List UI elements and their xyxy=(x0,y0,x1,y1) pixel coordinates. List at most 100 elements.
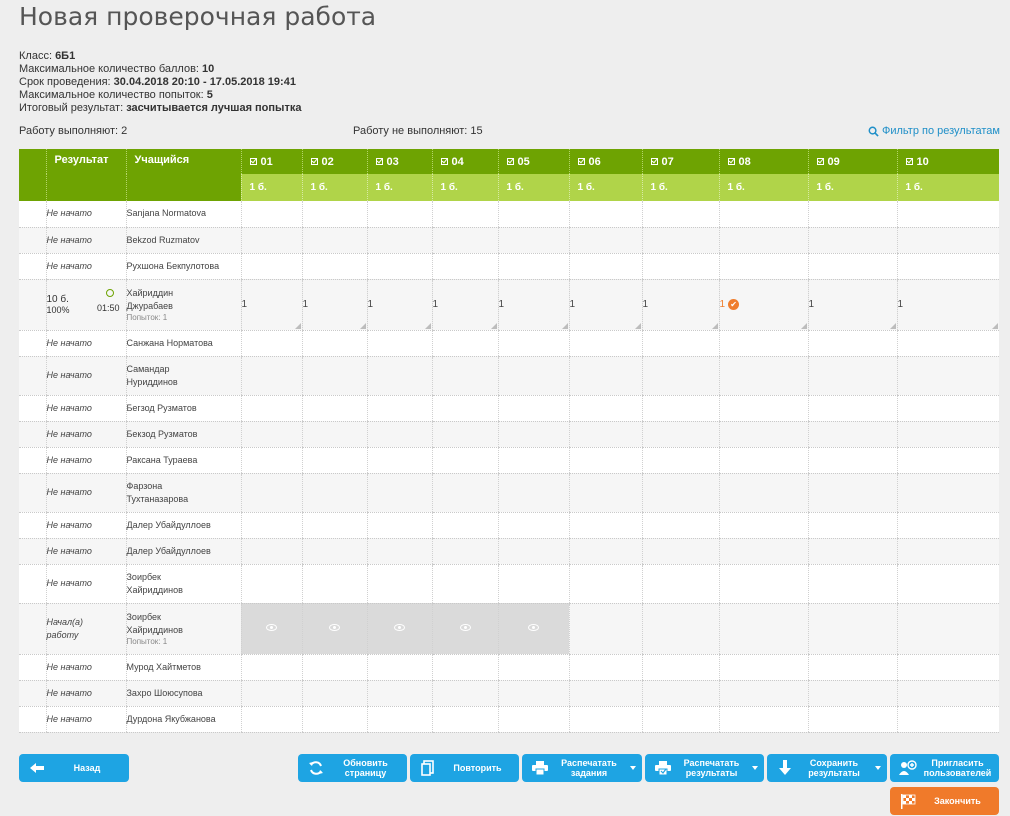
answer-cell[interactable] xyxy=(301,395,367,422)
answer-cell[interactable] xyxy=(641,421,719,448)
student-name[interactable]: Bekzod Ruzmatov xyxy=(125,227,241,254)
answer-cell[interactable] xyxy=(807,201,897,228)
answer-cell[interactable] xyxy=(366,356,432,396)
answer-cell[interactable] xyxy=(641,473,719,513)
student-name[interactable]: Зоирбек Хайриддинов Попыток: 1 xyxy=(125,603,241,655)
answer-cell[interactable] xyxy=(366,512,432,539)
answer-cell[interactable] xyxy=(896,421,999,448)
answer-cell[interactable] xyxy=(240,680,302,707)
answer-cell[interactable] xyxy=(431,330,498,357)
answer-cell[interactable] xyxy=(568,330,642,357)
task-header-05[interactable]: 05 xyxy=(497,149,569,174)
answer-cell[interactable] xyxy=(497,330,569,357)
refresh-button[interactable]: Обновить страницу xyxy=(298,754,407,782)
eye-icon[interactable] xyxy=(459,624,471,631)
answer-cell[interactable] xyxy=(431,538,498,565)
answer-cell[interactable] xyxy=(366,395,432,422)
repeat-button[interactable]: Повторить xyxy=(410,754,519,782)
answer-cell[interactable] xyxy=(718,512,808,539)
answer-cell[interactable]: 1 xyxy=(807,279,897,331)
answer-cell[interactable] xyxy=(807,603,897,655)
answer-cell[interactable] xyxy=(896,201,999,228)
answer-cell[interactable] xyxy=(301,227,367,254)
answer-cell[interactable] xyxy=(718,680,808,707)
chevron-down-icon[interactable] xyxy=(752,766,758,770)
answer-cell[interactable] xyxy=(497,253,569,280)
answer-cell[interactable] xyxy=(497,538,569,565)
student-name[interactable]: Раксана Тураева xyxy=(125,447,241,474)
answer-cell[interactable] xyxy=(641,654,719,681)
answer-cell[interactable] xyxy=(431,564,498,604)
answer-cell[interactable] xyxy=(301,421,367,448)
answer-cell[interactable] xyxy=(366,564,432,604)
answer-cell[interactable] xyxy=(568,421,642,448)
task-header-04[interactable]: 04 xyxy=(431,149,498,174)
answer-cell[interactable] xyxy=(807,512,897,539)
answer-cell[interactable] xyxy=(896,330,999,357)
student-name[interactable]: Санжана Норматова xyxy=(125,330,241,357)
chevron-down-icon[interactable] xyxy=(630,766,636,770)
answer-cell[interactable] xyxy=(896,706,999,733)
answer-cell[interactable] xyxy=(896,227,999,254)
answer-cell[interactable] xyxy=(497,654,569,681)
answer-cell[interactable] xyxy=(718,564,808,604)
answer-cell[interactable] xyxy=(497,421,569,448)
finish-button[interactable]: Закончить xyxy=(890,787,999,815)
answer-cell[interactable] xyxy=(718,654,808,681)
back-button[interactable]: Назад xyxy=(19,754,129,782)
answer-cell[interactable] xyxy=(568,227,642,254)
answer-cell[interactable] xyxy=(301,654,367,681)
answer-cell[interactable] xyxy=(240,564,302,604)
answer-cell[interactable] xyxy=(431,447,498,474)
answer-cell[interactable] xyxy=(896,395,999,422)
answer-cell[interactable] xyxy=(568,603,642,655)
student-name[interactable]: Бегзод Рузматов xyxy=(125,395,241,422)
answer-cell[interactable] xyxy=(301,680,367,707)
answer-cell[interactable] xyxy=(240,201,302,228)
answer-cell[interactable] xyxy=(568,201,642,228)
answer-cell[interactable] xyxy=(240,603,302,655)
filter-results-link[interactable]: Фильтр по результатам xyxy=(868,125,1000,137)
student-name[interactable]: Рухшона Бекпулотова xyxy=(125,253,241,280)
answer-cell[interactable] xyxy=(568,512,642,539)
answer-cell[interactable] xyxy=(807,706,897,733)
answer-cell[interactable] xyxy=(240,654,302,681)
student-name[interactable]: Фарзона Тухтаназарова xyxy=(125,473,241,513)
answer-cell[interactable] xyxy=(497,447,569,474)
answer-cell[interactable] xyxy=(896,564,999,604)
student-name[interactable]: Дурдона Якубжанова xyxy=(125,706,241,733)
answer-cell[interactable] xyxy=(301,330,367,357)
answer-cell[interactable] xyxy=(718,227,808,254)
answer-cell[interactable] xyxy=(568,706,642,733)
answer-cell[interactable] xyxy=(497,395,569,422)
answer-cell[interactable] xyxy=(568,447,642,474)
answer-cell[interactable] xyxy=(896,512,999,539)
answer-cell[interactable] xyxy=(641,227,719,254)
answer-cell[interactable] xyxy=(718,603,808,655)
eye-icon[interactable] xyxy=(266,624,277,631)
answer-cell[interactable] xyxy=(718,330,808,357)
answer-cell[interactable] xyxy=(240,227,302,254)
answer-cell[interactable] xyxy=(431,356,498,396)
answer-cell[interactable] xyxy=(641,395,719,422)
answer-cell[interactable] xyxy=(431,421,498,448)
task-header-08[interactable]: 08 xyxy=(718,149,808,174)
answer-cell[interactable] xyxy=(366,330,432,357)
chevron-down-icon[interactable] xyxy=(875,766,881,770)
answer-cell[interactable] xyxy=(807,356,897,396)
student-name[interactable]: Хайриддин Джурабаев Попыток: 1 xyxy=(125,279,241,331)
answer-cell[interactable] xyxy=(641,538,719,565)
answer-cell[interactable] xyxy=(641,564,719,604)
answer-cell[interactable] xyxy=(641,706,719,733)
answer-cell[interactable] xyxy=(366,447,432,474)
answer-cell[interactable] xyxy=(240,330,302,357)
answer-cell[interactable] xyxy=(431,603,498,655)
answer-cell[interactable] xyxy=(718,538,808,565)
answer-cell[interactable] xyxy=(568,253,642,280)
answer-cell[interactable]: 1 xyxy=(497,279,569,331)
answer-cell[interactable] xyxy=(301,447,367,474)
answer-cell[interactable] xyxy=(431,253,498,280)
answer-cell[interactable] xyxy=(240,473,302,513)
answer-cell[interactable] xyxy=(896,447,999,474)
answer-cell[interactable] xyxy=(807,680,897,707)
